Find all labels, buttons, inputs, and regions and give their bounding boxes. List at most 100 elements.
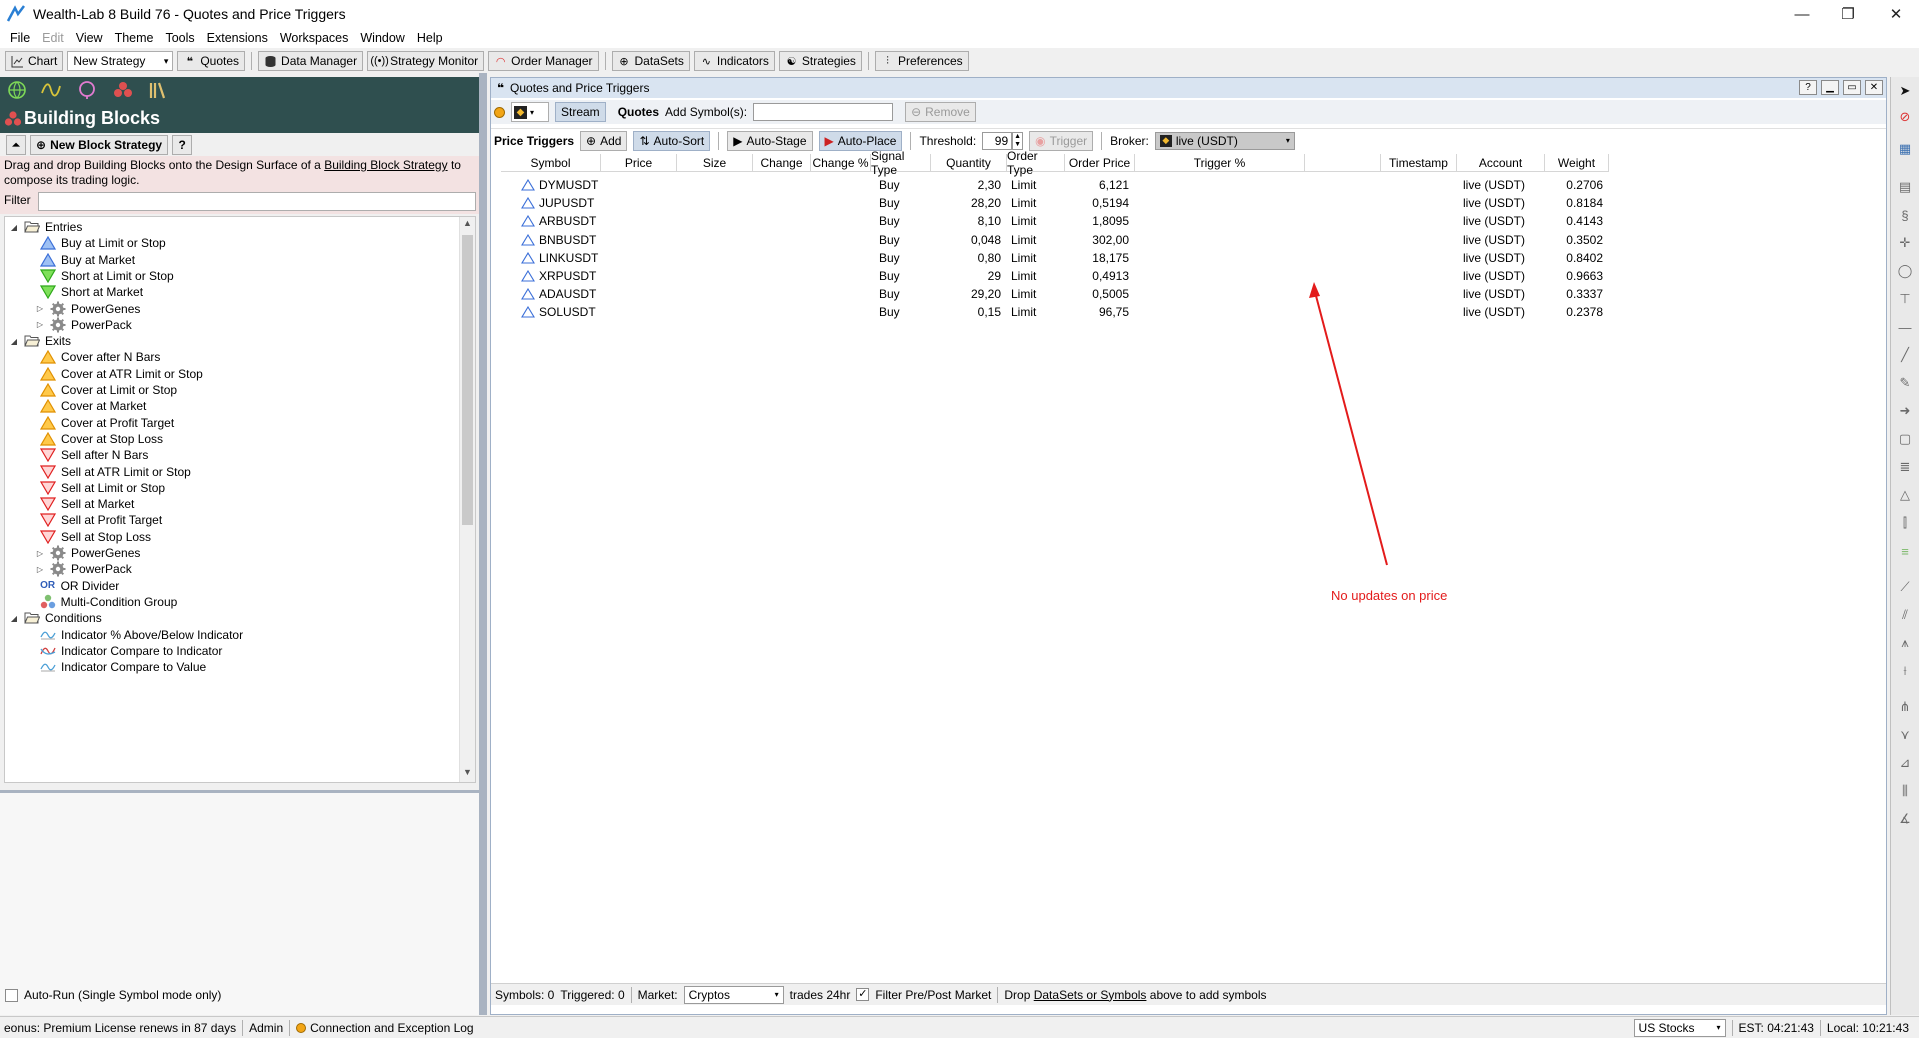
- new-block-strategy-button[interactable]: ⊕ New Block Strategy: [30, 135, 169, 155]
- filter-pre-post-checkbox[interactable]: ✓: [856, 988, 870, 1001]
- menu-file[interactable]: File: [4, 31, 36, 45]
- pencil-icon[interactable]: ✎: [1895, 373, 1915, 393]
- trend-line-icon[interactable]: ╱: [1895, 345, 1915, 365]
- table-row[interactable]: DYMUSDT Buy 2,30 Limit 6,121 live (USDT) 0.270…: [491, 176, 1886, 194]
- column-header[interactable]: Change: [753, 154, 811, 172]
- market-clock-dropdown[interactable]: US Stocks ▾: [1633, 1018, 1726, 1037]
- tree-node[interactable]: ◢ Exits: [9, 332, 71, 350]
- expander-icon[interactable]: ◢: [9, 337, 19, 346]
- tree-node[interactable]: Cover at ATR Limit or Stop: [35, 365, 203, 383]
- column-header[interactable]: Size: [677, 154, 753, 172]
- triangle-draw-icon[interactable]: △: [1895, 485, 1915, 505]
- panel-minimize-button[interactable]: ▁: [1821, 80, 1839, 95]
- data-manager-button[interactable]: Data Manager: [258, 51, 364, 71]
- menu-help[interactable]: Help: [411, 31, 449, 45]
- add-trigger-button[interactable]: ⊕ Add: [580, 130, 628, 151]
- no-entry-icon[interactable]: ⊘: [1895, 107, 1915, 127]
- auto-place-toggle[interactable]: ▶ Auto-Place: [818, 130, 903, 151]
- connection-log-link[interactable]: Connection and Exception Log: [290, 1021, 479, 1035]
- filter-input[interactable]: [38, 192, 476, 211]
- auto-run-checkbox[interactable]: [5, 988, 18, 1002]
- tree-node[interactable]: Cover at Limit or Stop: [35, 381, 177, 399]
- scroll-down-arrow-icon[interactable]: ▼: [462, 767, 473, 781]
- globe-icon[interactable]: [6, 80, 28, 100]
- close-window-button[interactable]: ✕: [1873, 0, 1919, 28]
- tree-node[interactable]: Indicator % Above/Below Indicator: [35, 626, 243, 644]
- indicators-button[interactable]: ∿ Indicators: [693, 51, 775, 71]
- column-header[interactable]: Quantity: [931, 154, 1007, 172]
- collapse-all-button[interactable]: ⏶: [6, 135, 26, 155]
- horizontal-line-icon[interactable]: —: [1895, 317, 1915, 337]
- expander-icon[interactable]: ▷: [35, 320, 45, 329]
- tree-node[interactable]: ▷ PowerPack: [35, 316, 132, 334]
- calendar-icon[interactable]: ▤: [1895, 177, 1915, 197]
- gann-line-icon[interactable]: ⟋: [1895, 577, 1915, 597]
- ellipse-icon[interactable]: ◯: [1895, 261, 1915, 281]
- column-header[interactable]: Symbol: [501, 154, 601, 172]
- elliott-wave-icon[interactable]: ∡: [1895, 809, 1915, 829]
- auto-run-checkbox-row[interactable]: Auto-Run (Single Symbol mode only): [5, 988, 221, 1002]
- tree-node[interactable]: Cover at Profit Target: [35, 414, 174, 432]
- tree-node[interactable]: Short at Limit or Stop: [35, 267, 174, 285]
- chart-button[interactable]: Chart: [5, 51, 64, 71]
- speed-lines-icon[interactable]: ≡: [1895, 541, 1915, 561]
- broker-dropdown[interactable]: ◆ live (USDT) ▾: [1154, 131, 1295, 150]
- regression-channel-icon[interactable]: ⫽: [1895, 605, 1915, 625]
- cycle-line-icon[interactable]: ⫿: [1895, 513, 1915, 533]
- tree-node[interactable]: Indicator Compare to Indicator: [35, 642, 222, 660]
- fibonacci-icon[interactable]: §: [1895, 205, 1915, 225]
- column-header[interactable]: Order Type: [1007, 149, 1065, 177]
- menu-view[interactable]: View: [70, 31, 109, 45]
- building-blocks-help-button[interactable]: ?: [172, 135, 193, 155]
- stepper-arrows-icon[interactable]: ▲ ▼: [1012, 131, 1024, 150]
- menu-window[interactable]: Window: [354, 31, 410, 45]
- grid-select-icon[interactable]: ▦: [1895, 139, 1915, 159]
- tree-node[interactable]: Sell at Stop Loss: [35, 528, 151, 546]
- tree-node[interactable]: Buy at Limit or Stop: [35, 234, 166, 252]
- tree-node[interactable]: Sell at Market: [35, 495, 134, 513]
- menu-workspaces[interactable]: Workspaces: [274, 31, 355, 45]
- tree-node[interactable]: Multi-Condition Group: [25, 593, 177, 611]
- tree-node[interactable]: Short at Market: [35, 283, 143, 301]
- rectangle-icon[interactable]: ▢: [1895, 429, 1915, 449]
- strategy-monitor-button[interactable]: ((•)) Strategy Monitor: [367, 51, 485, 71]
- column-header[interactable]: Signal Type: [871, 149, 931, 177]
- andrews-pitchfork-icon[interactable]: ⋔: [1895, 697, 1915, 717]
- column-header[interactable]: Timestamp: [1381, 154, 1457, 172]
- tree-node[interactable]: ◢ Entries: [9, 218, 82, 236]
- datasets-symbols-link[interactable]: DataSets or Symbols: [1034, 988, 1147, 1002]
- tree-node[interactable]: Cover after N Bars: [35, 348, 160, 366]
- table-row[interactable]: SOLUSDT Buy 0,15 Limit 96,75 live (USDT) 0.237…: [491, 303, 1886, 321]
- tree-node[interactable]: OR OR Divider: [25, 577, 119, 595]
- tree-node[interactable]: Cover at Stop Loss: [35, 430, 163, 448]
- table-row[interactable]: BNBUSDT Buy 0,048 Limit 302,00 live (USDT) 0.3…: [491, 231, 1886, 249]
- vertical-line-icon[interactable]: ⊤: [1895, 289, 1915, 309]
- text-note-icon[interactable]: ≣: [1895, 457, 1915, 477]
- new-strategy-dropdown[interactable]: New Strategy ▾: [67, 51, 174, 71]
- building-block-strategy-link[interactable]: Building Block Strategy: [324, 158, 447, 172]
- indicator-wave-icon[interactable]: [40, 80, 62, 100]
- table-row[interactable]: ADAUSDT Buy 29,20 Limit 0,5005 live (USDT) 0.3…: [491, 285, 1886, 303]
- threshold-input[interactable]: [982, 131, 1013, 150]
- column-header[interactable]: Order Price: [1065, 154, 1135, 172]
- panel-maximize-button[interactable]: ▭: [1843, 80, 1861, 95]
- trigger-button[interactable]: ◉ Trigger: [1029, 130, 1094, 151]
- panel-splitter[interactable]: [479, 73, 487, 1015]
- provider-dropdown[interactable]: ◆ ▾: [511, 102, 549, 122]
- table-row[interactable]: ARBUSDT Buy 8,10 Limit 1,8095 live (USDT) 0.41…: [491, 212, 1886, 230]
- table-row[interactable]: JUPUSDT Buy 28,20 Limit 0,5194 live (USDT) 0.8…: [491, 194, 1886, 212]
- restore-button[interactable]: ❐: [1825, 0, 1871, 28]
- brain-icon[interactable]: [76, 80, 98, 100]
- stream-toggle-button[interactable]: Stream: [555, 102, 606, 122]
- column-header[interactable]: Account: [1457, 154, 1545, 172]
- order-manager-button[interactable]: ◠ Order Manager: [488, 51, 599, 71]
- tree-node[interactable]: Sell after N Bars: [35, 446, 148, 464]
- channel-icon[interactable]: ⟊: [1895, 661, 1915, 681]
- tree-node[interactable]: Sell at Profit Target: [35, 511, 162, 529]
- expander-icon[interactable]: ◢: [9, 614, 19, 623]
- expander-icon[interactable]: ▷: [35, 304, 45, 313]
- pattern-icon[interactable]: ⩚: [1895, 633, 1915, 653]
- menu-extensions[interactable]: Extensions: [201, 31, 274, 45]
- tree-node[interactable]: ▷ PowerGenes: [35, 300, 140, 318]
- datasets-button[interactable]: ⊕ DataSets: [611, 51, 690, 71]
